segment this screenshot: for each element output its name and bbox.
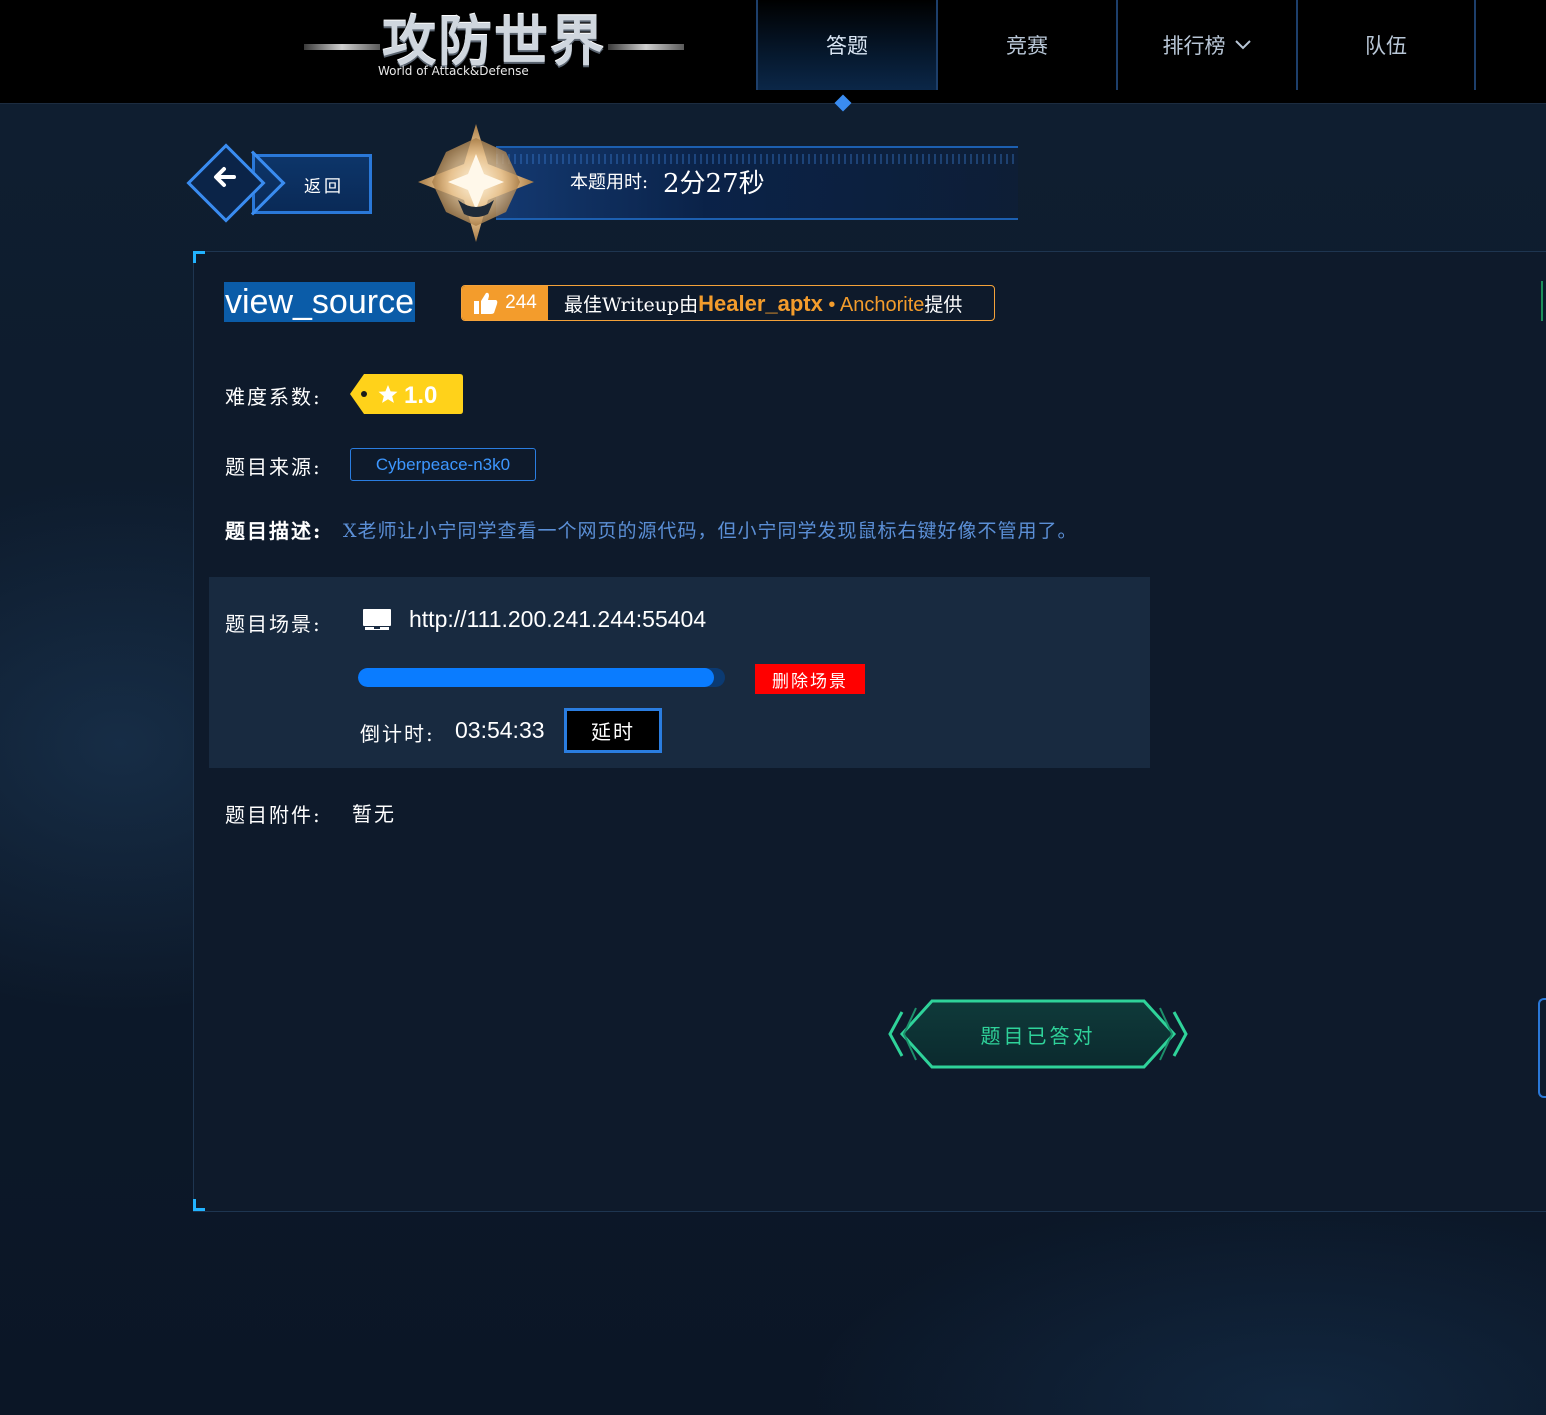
best-writeup-badge[interactable]: 244 最佳Writeup由Healer_aptx • Anchorite提供 [461,285,995,321]
top-navbar: 攻防世界 World of Attack&Defense 答题 竞赛 排行榜 队… [0,0,1546,112]
logo-subtitle: World of Attack&Defense [378,64,529,78]
logo-bar-left [304,44,380,50]
writeup-likes[interactable]: 244 [462,286,548,320]
attachment-value: 暂无 [352,802,396,826]
extend-time-button[interactable]: 延时 [564,708,662,753]
scene-progress-fill [358,668,714,687]
difficulty-value: 1.0 [404,382,437,409]
nav-item-competition[interactable]: 竞赛 [936,0,1116,90]
back-label: 返回 [304,177,344,197]
problem-title: view_source [224,282,415,322]
logo-bar-right [608,44,684,50]
nav-label: 队伍 [1365,34,1407,58]
nav-item-answer[interactable]: 答题 [756,0,936,90]
nav-item-team[interactable]: 队伍 [1296,0,1476,90]
site-logo[interactable]: 攻防世界 World of Attack&Defense [304,6,684,86]
writeup-suffix: 提供 [924,293,963,316]
main-nav: 答题 竞赛 排行榜 队伍 [756,0,1476,104]
side-tab-indicator [1541,281,1546,321]
writeup-team[interactable]: Anchorite [840,294,925,316]
back-button[interactable]: 返回 [186,143,374,223]
nav-label: 答题 [826,34,868,58]
writeup-author[interactable]: Healer_aptx [698,291,823,316]
star-medal-icon [418,124,534,242]
timer-label: 本题用时: [570,172,649,193]
writeup-prefix: 最佳Writeup由 [564,293,699,316]
nav-item-ranking[interactable]: 排行榜 [1116,0,1296,90]
writeup-likes-count: 244 [505,292,537,313]
writeup-separator: • [822,293,840,316]
difficulty-label: 难度系数: [225,385,322,409]
delete-scene-button[interactable]: 删除场景 [755,664,865,694]
timer-value: 2分27秒 [663,169,765,199]
source-tag[interactable]: Cyberpeace-n3k0 [350,448,536,481]
description-label: 题目描述: [225,519,323,543]
attachment-label: 题目附件: [225,803,322,827]
writeup-credit: 最佳Writeup由Healer_aptx • Anchorite提供 [564,290,962,317]
description-text: X老师让小宁同学查看一个网页的源代码，但小宁同学发现鼠标右键好像不管用了。 [343,520,1078,542]
arrow-left-icon [210,162,240,200]
countdown-value: 03:54:33 [455,717,545,743]
nav-label: 竞赛 [1006,34,1048,58]
panel-corner-top-left [193,251,205,263]
countdown-label: 倒计时: [360,722,435,746]
nav-label: 排行榜 [1162,34,1226,58]
scene-progress-bar [358,668,725,687]
chevron-down-icon [1234,35,1252,56]
source-label: 题目来源: [225,455,322,479]
monitor-icon [362,608,392,632]
thumbs-up-icon [473,291,499,315]
side-drawer-handle[interactable] [1538,998,1546,1098]
panel-corner-bottom-left [193,1199,205,1211]
scene-label: 题目场景: [225,612,322,636]
difficulty-tag: 1.0 [350,374,464,414]
solved-label: 题目已答对 [980,1024,1096,1048]
scene-url-link[interactable]: http://111.200.241.244:55404 [409,606,706,633]
